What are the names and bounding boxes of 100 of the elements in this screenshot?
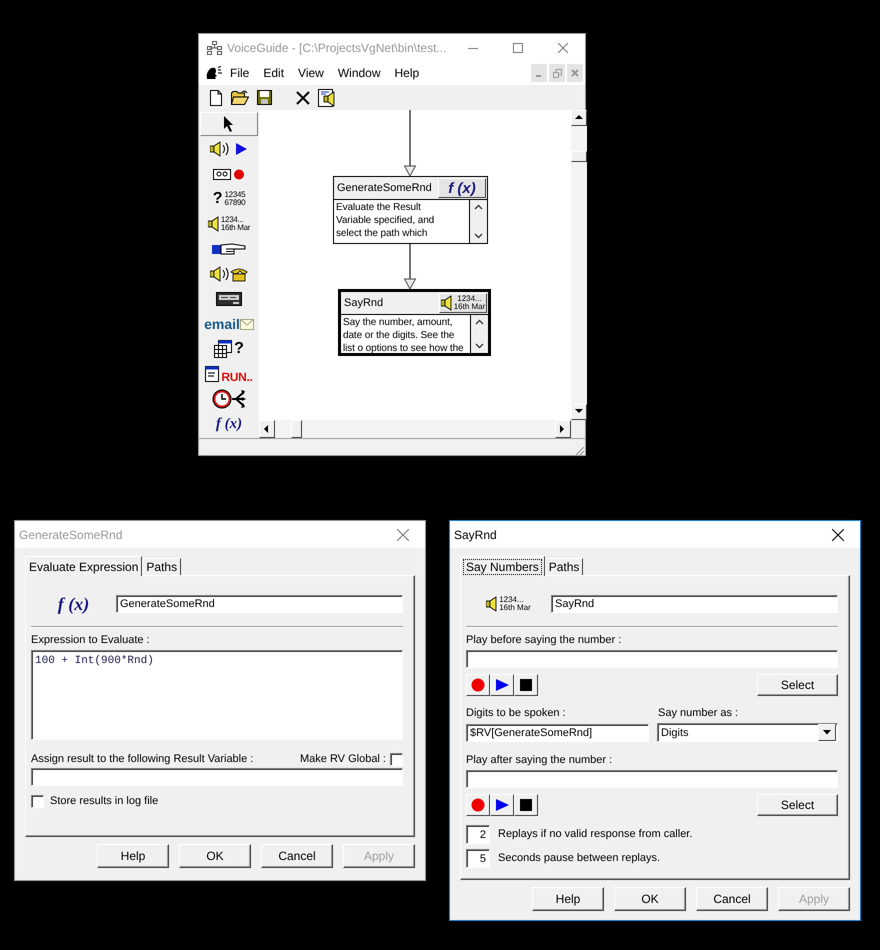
scroll-thumb[interactable] — [571, 151, 587, 162]
say-as-dropdown[interactable]: Digits — [657, 723, 838, 742]
expression-editor[interactable]: 100 + Int(900*Rnd) — [31, 650, 403, 740]
delete-icon[interactable] — [296, 90, 310, 104]
pause-field[interactable]: 5 — [466, 849, 490, 868]
field-label: Say number as : — [658, 707, 738, 720]
node-title: SayRnd — [343, 297, 384, 309]
dialog-button[interactable]: OK — [614, 887, 686, 911]
envelope-icon — [240, 318, 254, 330]
name-field[interactable]: SayRnd — [551, 595, 838, 613]
scroll-right-button[interactable] — [555, 420, 571, 438]
record-button[interactable] — [466, 794, 490, 816]
stop-button[interactable] — [514, 794, 538, 816]
menu-item[interactable]: File — [223, 66, 256, 80]
result-variable-field[interactable] — [31, 768, 403, 786]
dialog-button[interactable]: Cancel — [261, 844, 333, 868]
pager-icon — [216, 292, 242, 306]
dialog-title: SayRnd — [453, 528, 497, 542]
scroll-down-button[interactable] — [571, 404, 587, 420]
select-button[interactable]: Select — [757, 794, 838, 816]
node-title: GenerateSomeRnd — [336, 182, 433, 194]
table-icon — [214, 340, 232, 358]
tab[interactable]: Evaluate Expression — [25, 556, 142, 576]
prompt-file-field[interactable] — [466, 650, 838, 668]
dialog-button[interactable]: Help — [532, 887, 604, 911]
menu-item[interactable]: Window — [330, 66, 388, 80]
scroll-down-icon[interactable] — [474, 233, 483, 239]
speaker-phone-icon — [210, 265, 248, 283]
menu-item[interactable]: Edit — [256, 66, 292, 80]
field-label: Play before saying the number : — [466, 634, 622, 647]
toolbox-button[interactable]: RUN.. — [200, 362, 258, 386]
scroll-up-button[interactable] — [571, 110, 587, 126]
toolbox-button[interactable]: f (x) — [200, 412, 258, 436]
open-folder-icon[interactable] — [231, 90, 249, 105]
new-document-icon[interactable] — [209, 90, 223, 106]
speaker-play-icon — [210, 141, 248, 157]
maximize-icon[interactable] — [512, 42, 522, 52]
tab[interactable]: Paths — [142, 558, 182, 575]
horizontal-scrollbar[interactable] — [259, 420, 571, 438]
speaker-icon — [440, 295, 452, 311]
tab[interactable]: Say Numbers — [460, 556, 545, 576]
node-type-button[interactable]: f (x) — [438, 178, 486, 198]
scroll-up-icon[interactable] — [474, 204, 483, 210]
replays-field[interactable]: 2 — [466, 825, 490, 844]
toolbox-button[interactable]: 1234... 16th Mar — [200, 212, 258, 236]
toolbox-button[interactable]: ? — [200, 337, 258, 361]
tape-record-icon — [213, 167, 245, 181]
checkbox-label: Store results in log file — [50, 795, 158, 808]
speaker-icon — [208, 216, 219, 232]
field-label: Expression to Evaluate : — [31, 634, 151, 647]
menu-item[interactable]: Help — [388, 66, 426, 80]
field-label: Assign result to the following Result Variable : — [31, 753, 254, 766]
prompt-file-field[interactable] — [466, 770, 838, 788]
checkbox-label: Make RV Global : — [300, 753, 386, 766]
connector-arrow — [404, 244, 416, 290]
app-icon — [207, 40, 223, 54]
scroll-thumb[interactable] — [291, 420, 302, 438]
scroll-left-button[interactable] — [259, 420, 275, 438]
properties-icon[interactable] — [318, 88, 336, 106]
scroll-up-icon[interactable] — [475, 319, 484, 325]
clock-branch-icon — [212, 389, 246, 409]
record-icon[interactable] — [471, 798, 485, 812]
tab[interactable]: Paths — [544, 558, 584, 575]
field-label: Digits to be spoken : — [466, 707, 567, 720]
dialog-title: GenerateSomeRnd — [18, 528, 122, 542]
dialog-button[interactable]: OK — [179, 844, 251, 868]
close-icon[interactable] — [832, 528, 844, 540]
caret-icon — [823, 730, 831, 735]
field-label: Replays if no valid response from caller. — [498, 828, 692, 841]
dialog-button[interactable]: Cancel — [696, 887, 768, 911]
name-field[interactable]: GenerateSomeRnd — [116, 595, 403, 613]
flow-node[interactable]: GenerateSomeRnd f (x) Evaluate the Result Variable specified, and select the path which — [333, 176, 488, 244]
field-label: Play after saying the number : — [466, 754, 614, 767]
pointer-icon — [223, 116, 235, 132]
dialog-button[interactable]: Help — [97, 844, 169, 868]
scroll-down-icon[interactable] — [475, 343, 484, 349]
record-icon[interactable] — [471, 678, 485, 692]
select-button[interactable]: Select — [757, 674, 838, 696]
play-button[interactable] — [490, 794, 514, 816]
node-type-button[interactable]: 1234... 16th Mar — [439, 293, 487, 313]
log-checkbox[interactable] — [31, 795, 44, 808]
record-button[interactable] — [466, 674, 490, 696]
play-icon[interactable] — [495, 678, 509, 692]
icon-caption: 1234... 16th Mar — [499, 596, 531, 612]
stop-button[interactable] — [514, 674, 538, 696]
pointing-hand-icon — [212, 242, 246, 256]
window-icon — [205, 366, 220, 382]
toolbox-button[interactable]: email — [200, 312, 258, 336]
window-title: VoiceGuide - [C:\ProjectsVgNet\bin\test... — [226, 40, 446, 54]
global-checkbox[interactable] — [390, 753, 403, 766]
play-button[interactable] — [490, 674, 514, 696]
function-symbol: f (x) — [58, 594, 90, 614]
flow-node[interactable]: SayRnd 1234... 16th Mar Say the number, amount, date or the digits. See the list o options to see how the — [338, 289, 491, 356]
play-icon[interactable] — [495, 798, 509, 812]
toolbox-button[interactable] — [200, 112, 258, 136]
menu-item[interactable]: View — [291, 66, 331, 80]
digits-field[interactable]: $RV[GenerateSomeRnd] — [466, 724, 649, 742]
size-grip-icon[interactable] — [573, 445, 585, 457]
vertical-scrollbar[interactable] — [571, 110, 587, 420]
speaker-icon — [486, 596, 498, 612]
